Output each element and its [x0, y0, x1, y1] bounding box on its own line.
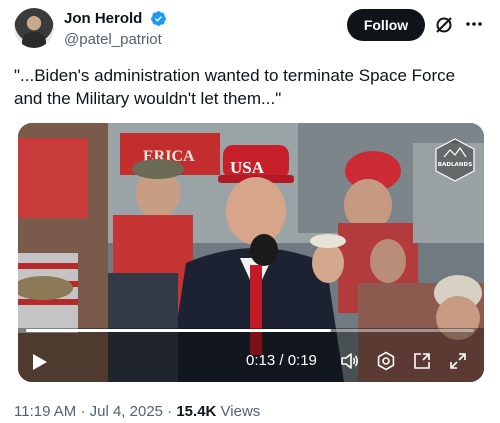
progress-fill: [26, 329, 331, 332]
tweet-header: Jon Herold @patel_patriot Follow: [14, 8, 486, 52]
progress-bar[interactable]: [26, 329, 474, 332]
meta-separator: ·: [80, 403, 86, 420]
more-options-icon[interactable]: [464, 14, 484, 34]
tweet-date[interactable]: Jul 4, 2025: [90, 403, 163, 420]
video-controls: 0:13 / 0:19: [18, 326, 484, 382]
tweet-time[interactable]: 11:19 AM: [14, 403, 76, 420]
badlands-watermark: BADLANDS: [435, 138, 475, 182]
svg-text:USA: USA: [230, 158, 265, 177]
tweet-meta: 11:19 AM · Jul 4, 2025 · 15.4K Views: [14, 403, 260, 420]
author-handle[interactable]: @patel_patriot: [64, 31, 162, 48]
fullscreen-icon[interactable]: [448, 351, 468, 371]
watermark-text: BADLANDS: [438, 162, 472, 168]
views-count: 15.4K: [176, 403, 217, 420]
grok-icon[interactable]: [434, 15, 454, 35]
views-label: Views: [220, 403, 261, 420]
meta-separator: ·: [167, 403, 173, 420]
video-player[interactable]: ERICA USA BADLANDS 0:13 / 0:19: [18, 123, 484, 382]
settings-icon[interactable]: [376, 351, 396, 371]
tweet-text: "...Biden's administration wanted to ter…: [14, 66, 456, 108]
pip-icon[interactable]: [412, 351, 432, 371]
video-time: 0:13 / 0:19: [246, 352, 317, 369]
volume-icon[interactable]: [340, 351, 360, 371]
author-name[interactable]: Jon Herold: [64, 10, 142, 27]
avatar[interactable]: [14, 8, 54, 48]
follow-button[interactable]: Follow: [347, 9, 425, 41]
play-icon[interactable]: [32, 353, 48, 371]
verified-badge-icon: [151, 11, 166, 26]
